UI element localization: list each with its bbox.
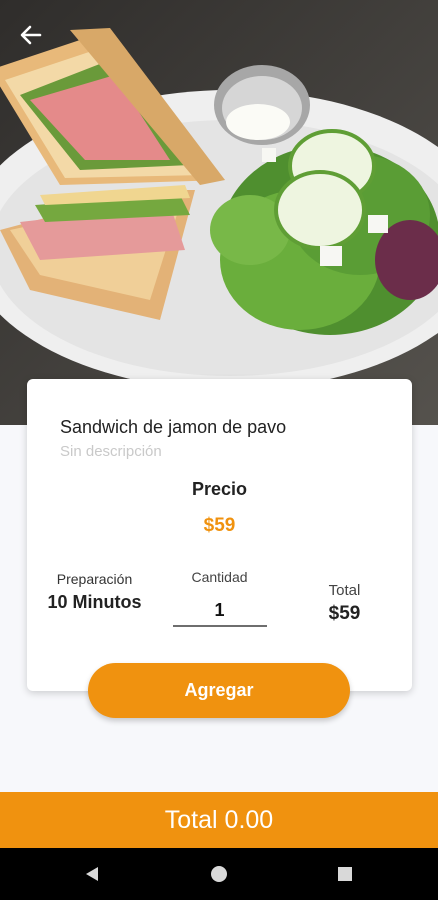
nav-home-button[interactable] bbox=[207, 862, 231, 886]
preparation-value: 10 Minutos bbox=[47, 592, 142, 612]
nav-recents-button[interactable] bbox=[333, 862, 357, 886]
nav-back-button[interactable] bbox=[80, 862, 104, 886]
total-value: $59 bbox=[328, 603, 361, 624]
product-name: Sandwich de jamon de pavo bbox=[60, 417, 287, 437]
food-photo bbox=[0, 0, 438, 425]
price-value: $59 bbox=[203, 515, 236, 536]
product-card: Sandwich de jamon de pavo Sin descripció… bbox=[27, 379, 412, 691]
triangle-back-icon bbox=[86, 867, 98, 881]
quantity-block: Cantidad bbox=[172, 569, 267, 627]
cart-total-text: Total 0.00 bbox=[164, 805, 274, 834]
back-button[interactable] bbox=[14, 18, 48, 52]
add-button[interactable]: Agregar bbox=[88, 663, 350, 718]
system-nav-bar bbox=[0, 848, 438, 900]
cart-total-bar[interactable]: Total 0.00 bbox=[0, 792, 438, 848]
arrow-left-icon bbox=[20, 25, 42, 45]
quantity-label: Cantidad bbox=[191, 569, 248, 585]
preparation-block: Preparación 10 Minutos bbox=[47, 571, 142, 614]
total-block: Total $59 bbox=[312, 582, 377, 625]
square-recents-icon bbox=[338, 867, 352, 881]
price-label: Precio bbox=[191, 479, 248, 499]
circle-home-icon bbox=[211, 866, 227, 882]
preparation-label: Preparación bbox=[56, 571, 133, 587]
quantity-input[interactable] bbox=[172, 595, 267, 627]
product-description: Sin descripción bbox=[60, 443, 162, 460]
hero-image bbox=[0, 0, 438, 425]
total-label: Total bbox=[328, 582, 361, 599]
